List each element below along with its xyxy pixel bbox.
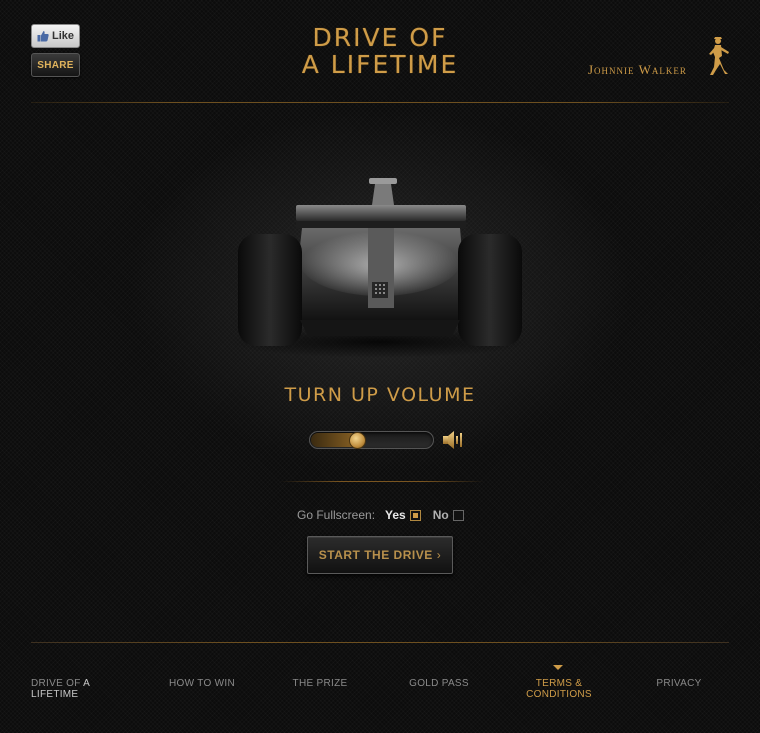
like-label: Like bbox=[51, 30, 74, 42]
nav-item-label: DRIVE OF bbox=[31, 678, 84, 689]
nav-how-to-win[interactable]: HOW TO WIN bbox=[162, 678, 242, 689]
chevron-right-icon: › bbox=[436, 548, 442, 562]
fullscreen-label: Go Fullscreen: bbox=[297, 508, 376, 522]
site-logo[interactable]: DRIVE OF A LIFETIME bbox=[230, 24, 530, 78]
nav-item-label-line2: CONDITIONS bbox=[526, 689, 592, 700]
share-button[interactable]: SHARE bbox=[31, 53, 80, 77]
logo-line-1: DRIVE OF bbox=[312, 23, 448, 52]
brand-wordmark: Johnnie Walker bbox=[588, 62, 687, 77]
facebook-like-button[interactable]: Like bbox=[31, 24, 80, 48]
triangle-down-icon bbox=[553, 665, 563, 670]
nav-terms-and-conditions[interactable]: TERMS & CONDITIONS bbox=[518, 678, 600, 700]
striding-man-icon bbox=[709, 37, 729, 75]
footer-divider bbox=[31, 642, 729, 643]
volume-slider-handle[interactable] bbox=[349, 432, 366, 449]
start-the-drive-button[interactable]: START THE DRIVE › bbox=[307, 536, 453, 574]
nav-drive-of-a-lifetime[interactable]: DRIVE OF A LIFETIME bbox=[31, 678, 135, 700]
start-button-label: START THE DRIVE bbox=[318, 548, 433, 562]
section-divider bbox=[280, 481, 484, 482]
race-car-image bbox=[230, 178, 530, 358]
thumbs-up-icon bbox=[37, 31, 49, 42]
fullscreen-yes-checkbox[interactable] bbox=[409, 509, 421, 521]
header-divider bbox=[31, 102, 729, 103]
fullscreen-no-checkbox[interactable] bbox=[452, 509, 464, 521]
logo-line-2: A LIFETIME bbox=[301, 50, 459, 79]
volume-slider[interactable] bbox=[309, 431, 434, 449]
speaker-icon[interactable] bbox=[441, 428, 465, 452]
nav-item-label-line1: TERMS & bbox=[535, 678, 583, 689]
fullscreen-option-row: Go Fullscreen: Yes No bbox=[297, 507, 464, 523]
nav-privacy[interactable]: PRIVACY bbox=[640, 678, 718, 689]
nav-the-prize[interactable]: THE PRIZE bbox=[280, 678, 360, 689]
nav-gold-pass[interactable]: GOLD PASS bbox=[399, 678, 479, 689]
turn-up-volume-heading: TURN UP VOLUME bbox=[284, 384, 476, 406]
fullscreen-yes-label[interactable]: Yes bbox=[385, 508, 406, 522]
fullscreen-no-label[interactable]: No bbox=[433, 508, 449, 522]
